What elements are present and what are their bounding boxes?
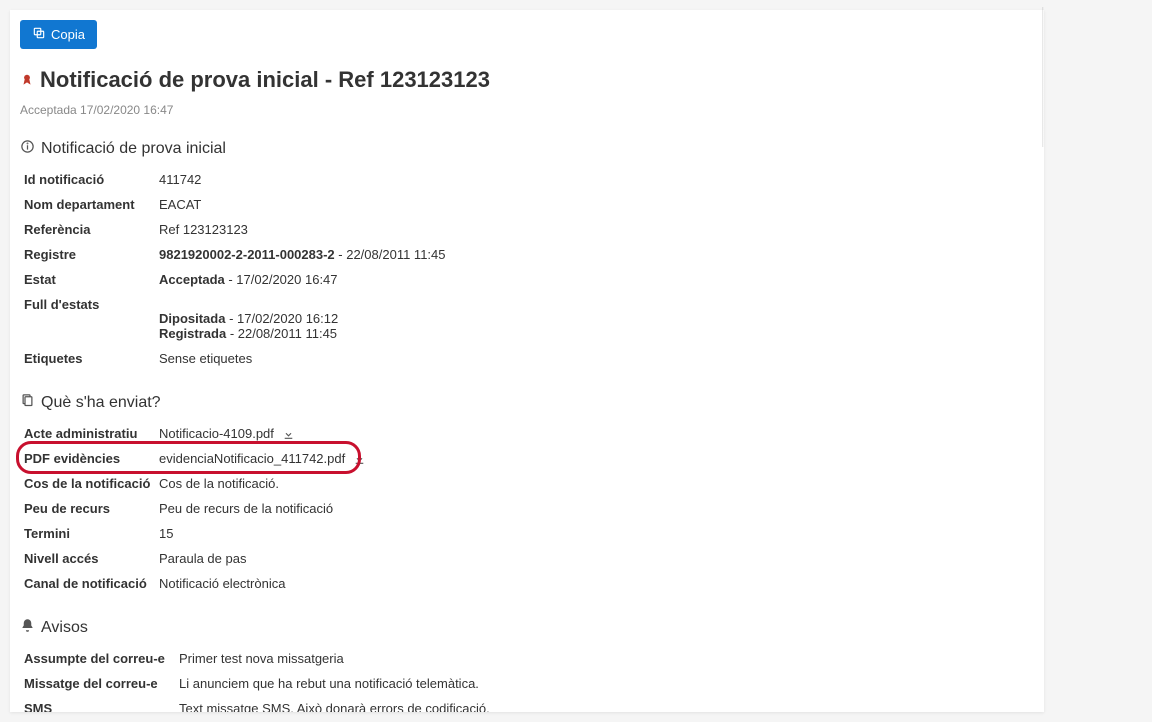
missatge-value: Li anunciem que ha rebut una notificació… (175, 671, 1034, 696)
acte-label: Acte administratiu (20, 421, 155, 446)
table-row: ReferènciaRef 123123123 (20, 217, 1034, 242)
table-row: SMSText missatge SMS. Això donarà errors… (20, 696, 1034, 712)
table-row: EstatAcceptada - 17/02/2020 16:47 (20, 267, 1034, 292)
peu-value: Peu de recurs de la notificació (155, 496, 1034, 521)
table-row: Missatge del correu-eLi anunciem que ha … (20, 671, 1034, 696)
section-sent-heading: Què s'ha enviat? (20, 393, 1034, 413)
dept-value: EACAT (155, 192, 1034, 217)
download-icon[interactable] (353, 453, 366, 466)
info-table: Id notificació411742 Nom departamentEACA… (20, 167, 1034, 371)
section-info-title: Notificació de prova inicial (41, 140, 226, 158)
status-line: Acceptada 17/02/2020 16:47 (20, 103, 1034, 117)
canal-value: Notificació electrònica (155, 571, 1034, 596)
estat-label: Estat (20, 267, 155, 292)
full-value: Dipositada - 17/02/2020 16:12 Registrada… (155, 292, 1034, 346)
table-row: Nivell accésParaula de pas (20, 546, 1034, 571)
download-icon[interactable] (282, 428, 295, 441)
sms-value: Text missatge SMS. Això donarà errors de… (175, 696, 1034, 712)
ref-label: Referència (20, 217, 155, 242)
main-panel: Copia Notificació de prova inicial - Ref… (10, 10, 1044, 712)
section-info-heading: Notificació de prova inicial (20, 139, 1034, 159)
table-row: Canal de notificacióNotificació electròn… (20, 571, 1034, 596)
table-row: Termini15 (20, 521, 1034, 546)
copy-button-label: Copia (51, 27, 85, 42)
table-row: Id notificació411742 (20, 167, 1034, 192)
table-row: Nom departamentEACAT (20, 192, 1034, 217)
table-row: Cos de la notificacióCos de la notificac… (20, 471, 1034, 496)
table-row: Registre9821920002-2-2011-000283-2 - 22/… (20, 242, 1034, 267)
pdf-label: PDF evidències (20, 446, 155, 471)
id-value: 411742 (155, 167, 1034, 192)
seal-icon (20, 73, 34, 87)
estat-value: Acceptada - 17/02/2020 16:47 (155, 267, 1034, 292)
etiq-label: Etiquetes (20, 346, 155, 371)
copy-icon (32, 26, 46, 43)
table-row: Full d'estats Dipositada - 17/02/2020 16… (20, 292, 1034, 346)
acte-value: Notificacio-4109.pdf (155, 421, 1034, 446)
shadow (1042, 7, 1044, 147)
pdf-value: evidenciaNotificacio_411742.pdf (155, 446, 1034, 471)
info-icon (20, 139, 35, 159)
etiq-value: Sense etiquetes (155, 346, 1034, 371)
avisos-table: Assumpte del correu-ePrimer test nova mi… (20, 646, 1034, 712)
copy-button[interactable]: Copia (20, 20, 97, 49)
section-avisos-title: Avisos (41, 619, 88, 637)
assumpte-label: Assumpte del correu-e (20, 646, 175, 671)
reg-label: Registre (20, 242, 155, 267)
sms-label: SMS (20, 696, 175, 712)
sent-table: Acte administratiu Notificacio-4109.pdf … (20, 421, 1034, 596)
document-icon (20, 393, 35, 413)
bell-icon (20, 618, 35, 638)
ref-value: Ref 123123123 (155, 217, 1034, 242)
page-title: Notificació de prova inicial - Ref 12312… (40, 67, 490, 93)
table-row: Acte administratiu Notificacio-4109.pdf (20, 421, 1034, 446)
nivell-value: Paraula de pas (155, 546, 1034, 571)
dept-label: Nom departament (20, 192, 155, 217)
id-label: Id notificació (20, 167, 155, 192)
table-row: Assumpte del correu-ePrimer test nova mi… (20, 646, 1034, 671)
peu-label: Peu de recurs (20, 496, 155, 521)
canal-label: Canal de notificació (20, 571, 155, 596)
table-row: Peu de recursPeu de recurs de la notific… (20, 496, 1034, 521)
cos-value: Cos de la notificació. (155, 471, 1034, 496)
assumpte-value: Primer test nova missatgeria (175, 646, 1034, 671)
table-row: EtiquetesSense etiquetes (20, 346, 1034, 371)
full-label: Full d'estats (20, 292, 155, 346)
cos-label: Cos de la notificació (20, 471, 155, 496)
termini-label: Termini (20, 521, 155, 546)
section-sent-title: Què s'ha enviat? (41, 394, 161, 412)
reg-value: 9821920002-2-2011-000283-2 - 22/08/2011 … (155, 242, 1034, 267)
termini-value: 15 (155, 521, 1034, 546)
section-avisos-heading: Avisos (20, 618, 1034, 638)
missatge-label: Missatge del correu-e (20, 671, 175, 696)
table-row: PDF evidències evidenciaNotificacio_4117… (20, 446, 1034, 471)
nivell-label: Nivell accés (20, 546, 155, 571)
